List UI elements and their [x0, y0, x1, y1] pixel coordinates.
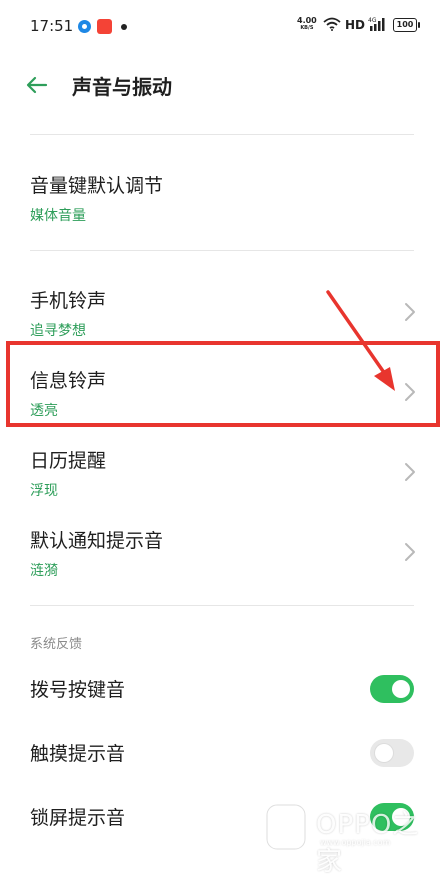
network-speed: 4.00 KB/S [297, 16, 317, 32]
setting-title: 日历提醒 [30, 450, 107, 472]
back-arrow-icon[interactable] [24, 72, 50, 98]
app-badge-icon [97, 19, 112, 34]
toggle-row-touch-tone: 触摸提示音 [0, 723, 446, 783]
watermark-url: www.oppojia.com [320, 838, 391, 847]
divider [30, 250, 414, 251]
page-header: 声音与振动 [0, 56, 446, 114]
setting-title: 默认通知提示音 [30, 530, 164, 552]
status-time: 17:51 [30, 17, 74, 35]
setting-value: 浮现 [30, 483, 58, 499]
dial-pad-tone-switch[interactable] [370, 675, 414, 703]
switch-knob [392, 680, 410, 698]
setting-value: 涟漪 [30, 563, 58, 579]
setting-value: 媒体音量 [30, 208, 86, 224]
network-speed-value: 4.00 [297, 16, 317, 25]
section-label-system-feedback: 系统反馈 [30, 637, 83, 652]
page-title: 声音与振动 [72, 75, 172, 99]
toggle-title: 拨号按键音 [30, 679, 126, 701]
setting-title: 音量键默认调节 [30, 175, 164, 197]
chevron-right-icon [405, 463, 415, 481]
cell-signal-icon: 4G [368, 17, 385, 31]
divider [30, 134, 414, 135]
setting-title: 手机铃声 [30, 290, 107, 312]
more-notifications-dot-icon [121, 24, 127, 30]
wifi-icon [323, 17, 341, 31]
setting-calendar-reminder[interactable]: 日历提醒 浮现 [0, 436, 446, 512]
toggle-title: 锁屏提示音 [30, 807, 126, 829]
setting-value: 追寻梦想 [30, 323, 86, 339]
watermark-logo-icon [266, 804, 306, 850]
setting-default-notification-sound[interactable]: 默认通知提示音 涟漪 [0, 516, 446, 592]
touch-tone-switch[interactable] [370, 739, 414, 767]
toggle-title: 触摸提示音 [30, 743, 126, 765]
chevron-right-icon [405, 543, 415, 561]
toggle-row-dial-pad-tone: 拨号按键音 [0, 659, 446, 719]
divider [30, 605, 414, 606]
battery-icon: 100 [393, 18, 420, 32]
setting-volume-key-default[interactable]: 音量键默认调节 媒体音量 [0, 161, 446, 237]
chevron-right-icon [405, 303, 415, 321]
annotation-highlight-box [6, 341, 440, 427]
watermark: OPPO之家 www.oppojia.com [262, 802, 437, 877]
network-type-label: 4G [368, 17, 377, 24]
network-speed-unit: KB/S [300, 25, 314, 31]
switch-knob [375, 744, 393, 762]
status-bar: 17:51 4.00 KB/S HD 4G 100 [0, 0, 446, 56]
hd-indicator: HD [345, 18, 366, 32]
app-notification-icon [78, 20, 91, 33]
